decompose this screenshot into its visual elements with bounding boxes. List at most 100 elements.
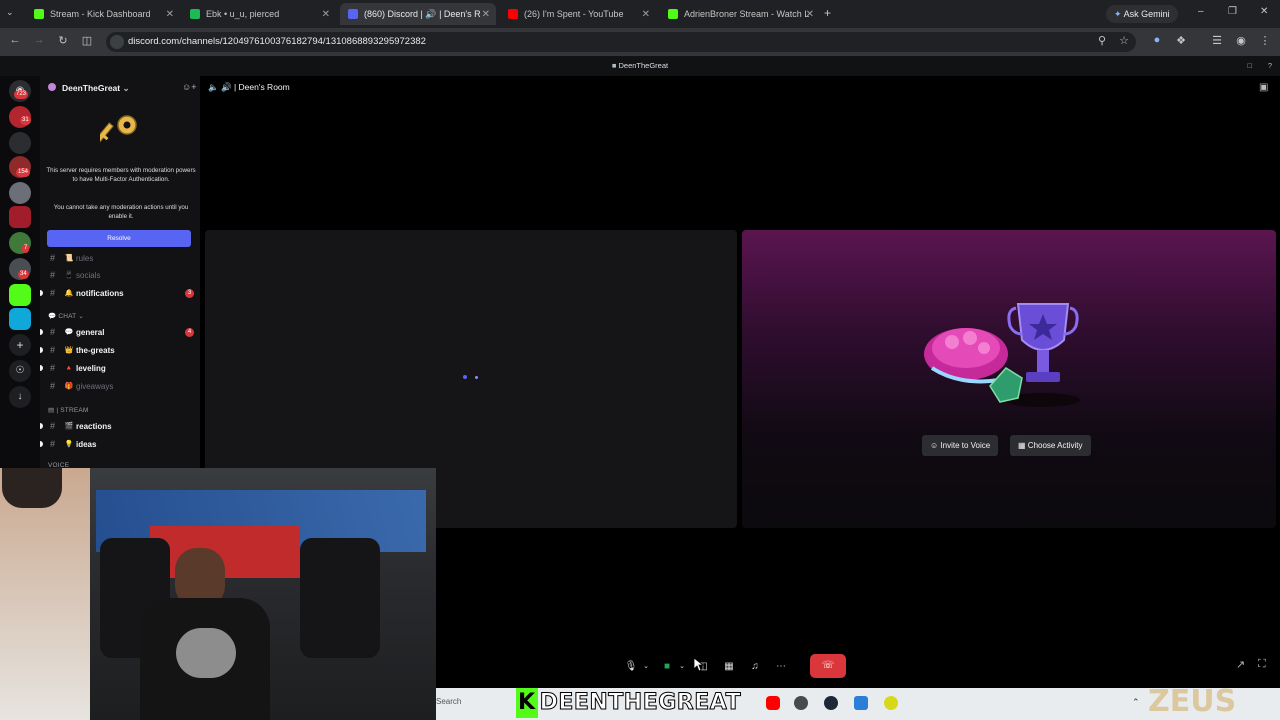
app-icon[interactable] <box>854 696 868 710</box>
server-icon-2[interactable] <box>9 132 31 154</box>
more-options-icon[interactable]: ⋯ <box>770 655 792 677</box>
camera-icon[interactable]: ■ <box>656 655 678 677</box>
hashtag-icon: # <box>50 288 56 298</box>
channel-name: leveling <box>76 363 106 373</box>
close-tab-icon[interactable]: ✕ <box>806 9 814 20</box>
category-stream[interactable]: ▤ | STREAM <box>48 406 89 414</box>
server-badge-3: 154 <box>16 168 31 177</box>
inbox-icon[interactable]: □ <box>1247 56 1252 76</box>
browser-tab[interactable]: (26) I'm Spent - YouTube ✕ <box>500 3 656 25</box>
choose-activity-button[interactable]: ▦ Choose Activity <box>1010 435 1091 456</box>
server-icon-active[interactable] <box>9 206 31 228</box>
resolve-button[interactable]: Resolve <box>47 230 191 247</box>
tab-label: Ebk • u_u, pierced <box>206 9 280 19</box>
tab-favicon-icon <box>190 9 200 19</box>
channel-item-the-greats[interactable]: # 👑 the-greats <box>40 343 196 357</box>
help-icon[interactable]: ? <box>1268 56 1272 76</box>
chevron-down-icon[interactable]: ⌄ <box>640 655 652 677</box>
forward-icon[interactable]: → <box>32 34 46 46</box>
taskbar-search[interactable]: Search <box>436 697 461 706</box>
microphone-icon[interactable]: 🎙 <box>620 655 642 677</box>
channel-emoji-icon: 💬 <box>64 329 74 336</box>
server-badge-6: 34 <box>18 270 29 279</box>
side-panel-icon[interactable]: ◫ <box>80 34 94 47</box>
browser-menu-icon[interactable]: ⋮ <box>1258 34 1272 47</box>
site-info-icon[interactable] <box>110 35 124 49</box>
new-tab-icon[interactable]: + <box>824 6 831 20</box>
chevron-down-icon[interactable]: ⌄ <box>676 655 688 677</box>
channel-item-rules[interactable]: # 📜 rules <box>48 251 196 265</box>
activity-label: Choose Activity <box>1027 441 1083 450</box>
tab-favicon-icon <box>508 9 518 19</box>
channel-item-ideas[interactable]: # 💡 ideas <box>40 437 196 451</box>
youtube-icon[interactable] <box>766 696 780 710</box>
channel-item-leveling[interactable]: # 🔺 leveling <box>40 361 196 375</box>
tab-label: Stream - Kick Dashboard <box>50 9 151 19</box>
fullscreen-icon[interactable]: ⛶ <box>1258 658 1266 671</box>
invite-people-icon[interactable]: ☺+ <box>182 82 196 92</box>
pop-out-icon[interactable]: ↗ <box>1236 658 1245 671</box>
unread-indicator <box>40 365 43 371</box>
browser-tab[interactable]: Ebk • u_u, pierced ✕ <box>182 3 336 25</box>
hashtag-icon: # <box>50 345 56 355</box>
channel-name: ideas <box>76 439 97 449</box>
address-bar[interactable]: discord.com/channels/1204976100376182794… <box>106 32 1136 52</box>
ask-gemini-button[interactable]: ✦ Ask Gemini <box>1106 5 1178 23</box>
channel-item-socials[interactable]: # 📱 socials <box>48 268 196 282</box>
browser-tab[interactable]: (860) Discord | 🔊 | Deen's R ✕ <box>340 3 496 25</box>
channel-item-giveaways[interactable]: # 🎁 giveaways <box>48 379 196 393</box>
tab-groups-icon[interactable]: ☰ <box>1210 34 1224 47</box>
close-tab-icon[interactable]: ✕ <box>322 9 330 20</box>
browser-tab[interactable]: Stream - Kick Dashboard ✕ <box>26 3 180 25</box>
soundboard-icon[interactable]: ♫ <box>744 655 766 677</box>
close-window-icon[interactable]: ✕ <box>1260 6 1268 17</box>
channel-item-notifications[interactable]: # 🔔 notifications 3 <box>40 286 196 300</box>
close-tab-icon[interactable]: ✕ <box>642 9 650 20</box>
invite-to-voice-button[interactable]: ☺ Invite to Voice <box>922 435 999 456</box>
channel-item-general[interactable]: # 💬 general 4 <box>40 325 196 339</box>
red-sign <box>150 526 300 578</box>
hashtag-icon: # <box>50 421 56 431</box>
profile-avatar[interactable]: ◉ <box>1234 34 1248 47</box>
norton-icon[interactable] <box>884 696 898 710</box>
speaker-icon: 🔈 <box>208 82 219 92</box>
zoom-icon[interactable]: ⚲ <box>1095 34 1109 47</box>
chat-icon[interactable]: ▣ <box>1259 82 1268 93</box>
extensions-puzzle-icon[interactable]: ❖ <box>1174 34 1188 47</box>
activities-icon[interactable]: ▦ <box>718 655 740 677</box>
guild-name: DeenTheGreat <box>62 83 121 93</box>
explore-icon[interactable]: ☉ <box>9 360 31 382</box>
steam-icon[interactable] <box>824 696 838 710</box>
server-icon-7[interactable] <box>9 308 31 330</box>
browser-tab[interactable]: AdrienBroner Stream - Watch L ✕ <box>660 3 820 25</box>
download-icon[interactable]: ↓ <box>9 386 31 408</box>
disconnect-button[interactable]: ☏ <box>810 654 846 678</box>
guild-name-header[interactable]: DeenTheGreat ⌄ <box>62 83 130 94</box>
server-icon-4[interactable] <box>9 182 31 204</box>
restore-icon[interactable]: ❐ <box>1228 6 1237 17</box>
channel-emoji-icon: 👑 <box>64 347 74 354</box>
kick-logo-icon: K <box>516 688 538 718</box>
bookmark-star-icon[interactable]: ☆ <box>1117 34 1131 47</box>
close-tab-icon[interactable]: ✕ <box>482 9 490 20</box>
close-tab-icon[interactable]: ✕ <box>166 9 174 20</box>
activity-grid-icon: ▦ <box>1018 441 1026 450</box>
category-chat[interactable]: 💬 CHAT ⌄ <box>48 312 84 320</box>
app-icon[interactable] <box>794 696 808 710</box>
tray-chevron-icon[interactable]: ⌃ <box>1132 697 1140 708</box>
back-icon[interactable]: ← <box>8 34 22 46</box>
category-chat-label: CHAT <box>58 313 77 320</box>
reload-icon[interactable]: ↻ <box>56 34 70 47</box>
mfa-warning: You cannot take any moderation actions u… <box>53 204 189 220</box>
tab-search-icon[interactable]: ⌄ <box>6 7 14 18</box>
minimize-icon[interactable]: – <box>1198 6 1204 17</box>
add-server-icon[interactable]: + <box>9 334 31 356</box>
channel-item-reactions[interactable]: # 🎬 reactions <box>40 419 196 433</box>
activity-tile: ☺ Invite to Voice ▦ Choose Activity <box>742 230 1276 528</box>
hashtag-icon: # <box>50 327 56 337</box>
kick-server-icon[interactable] <box>9 284 31 306</box>
extension-icon[interactable]: ● <box>1150 34 1164 46</box>
zeus-watermark: ZEUS <box>1148 684 1237 719</box>
invite-label: Invite to Voice <box>940 441 991 450</box>
browser-tab-strip: ⌄ Stream - Kick Dashboard ✕ Ebk • u_u, pie… <box>0 0 1280 28</box>
